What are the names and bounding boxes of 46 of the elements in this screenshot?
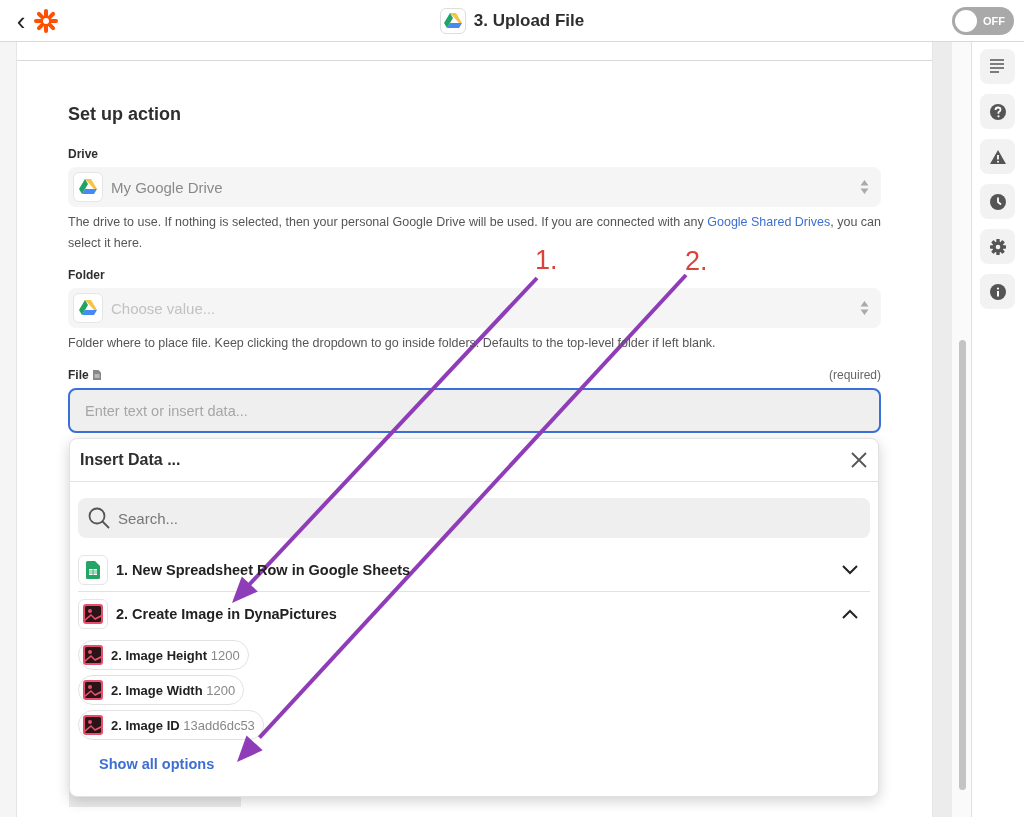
- required-note: (required): [828, 368, 881, 382]
- annotation-number: 2.: [685, 250, 708, 272]
- help-icon: [989, 103, 1006, 120]
- asterisk-logo-icon: [34, 8, 58, 33]
- spreadsheet-icon: [86, 560, 100, 579]
- warning-button[interactable]: [980, 139, 1016, 174]
- settings-icon: [989, 238, 1006, 255]
- data-pill[interactable]: 2. Image ID 13add6dc53: [78, 710, 264, 740]
- search-icon: [88, 507, 110, 529]
- clock-icon: [989, 193, 1006, 210]
- step-title: 3. Upload File: [473, 10, 585, 31]
- help-text: The drive to use. If nothing is selected, then your personal Google Drive will be used. If you are connected with any Google Shared Drives, you can select it here.: [68, 214, 881, 250]
- image-icon: [83, 645, 103, 665]
- annotation-number: 1.: [535, 249, 558, 271]
- warning-icon: [989, 148, 1006, 165]
- data-pill[interactable]: 2. Image Height 1200: [78, 640, 249, 670]
- help-button[interactable]: [980, 94, 1016, 129]
- settings-button[interactable]: [980, 229, 1016, 264]
- field-label: File: [68, 368, 89, 382]
- info-button[interactable]: [980, 274, 1016, 309]
- notes-icon: [989, 58, 1006, 75]
- text-input-field[interactable]: Enter text or insert data...: [68, 388, 881, 433]
- notes-button[interactable]: [980, 49, 1016, 84]
- info-icon: [989, 283, 1006, 300]
- field-label: Folder: [68, 268, 105, 282]
- clock-button[interactable]: [980, 184, 1016, 219]
- image-icon: [83, 680, 103, 700]
- drive-icon: [79, 300, 97, 316]
- scrollbar[interactable]: [951, 42, 972, 817]
- data-pill[interactable]: 2. Image Width 1200: [78, 675, 245, 705]
- back-button[interactable]: ‹: [14, 7, 28, 34]
- search-field[interactable]: Search...: [78, 498, 870, 538]
- drive-icon: [79, 179, 97, 195]
- drive-icon: [443, 12, 462, 29]
- chevron-down-icon: [842, 564, 858, 575]
- sort-arrows-icon: [860, 179, 869, 195]
- sort-arrows-icon: [860, 300, 869, 316]
- image-icon: [83, 715, 103, 735]
- chevron-up-icon: [842, 609, 858, 619]
- section-title: Set up action: [68, 104, 182, 125]
- field-label: Drive: [68, 147, 99, 161]
- document-icon: [92, 370, 101, 380]
- show-all-options-link[interactable]: Show all options: [99, 756, 215, 772]
- image-icon: [83, 604, 103, 624]
- panel-title: Insert Data ...: [80, 451, 182, 469]
- close-button[interactable]: [850, 451, 868, 469]
